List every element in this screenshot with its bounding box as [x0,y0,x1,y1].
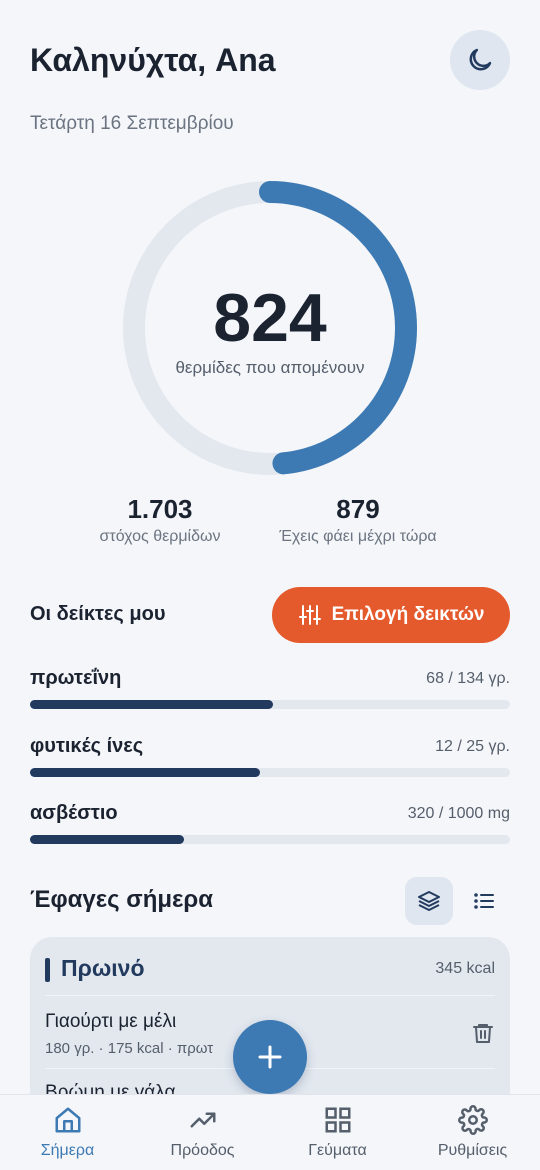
calories-eaten-value: 879 [336,494,380,524]
tab-today[interactable]: Σήμερα [0,1095,135,1170]
meal-name: Πρωινό [61,955,145,981]
eaten-today-title: Έφαγες σήμερα [30,886,214,913]
card-view-button[interactable] [405,877,453,925]
calories-remaining-label: θερμίδες που απομένουν [175,358,365,377]
nutrient-track [30,835,510,844]
tab-label: Γεύματα [308,1142,367,1159]
gear-icon [457,1105,488,1135]
home-icon [55,1107,80,1133]
tab-label: Ρυθμίσεις [437,1142,508,1159]
trash-icon[interactable] [471,1021,495,1045]
calories-eaten-label: Έχεις φάει μέχρι τώρα [279,528,437,545]
list-icon [474,893,494,909]
tab-label: Πρόοδος [170,1142,235,1159]
nutrient-amount: 68 / 134 γρ. [426,670,510,687]
grid-icon [325,1107,350,1133]
nutrient-amount: 320 / 1000 mg [407,805,510,822]
calories-eaten-stat: 879 Έχεις φάει μέχρι τώρα [258,492,458,546]
nutrient-fill [30,768,261,777]
greeting-title: Καληνύχτα, Ana [30,42,276,78]
calorie-goal-stat: 1.703 στόχος θερμίδων [80,492,240,546]
plus-icon [258,1045,282,1069]
add-food-button[interactable] [233,1020,307,1094]
nutrient-fill [30,835,184,844]
bottom-tab-bar: Σήμερα Πρόοδος Γεύματα Ρυθμίσεις [0,1094,540,1170]
calorie-ring: 824 θερμίδες που απομένουν [120,178,420,478]
sliders-icon [298,605,321,625]
theme-toggle-button[interactable] [450,30,510,90]
meal-kcal: 345 kcal [435,960,495,977]
list-view-button[interactable] [460,877,508,925]
select-indicators-button[interactable]: Επιλογή δεικτών [272,587,510,643]
nutrient-row: φυτικές ίνες 12 / 25 γρ. [30,735,510,785]
indicators-title: Οι δείκτες μου [30,603,166,625]
nutrient-row: ασβέστιο 320 / 1000 mg [30,802,510,852]
nutrient-amount: 12 / 25 γρ. [435,738,510,755]
tab-settings[interactable]: Ρυθμίσεις [405,1095,540,1170]
nutrient-name: φυτικές ίνες [30,735,144,757]
nutrient-track [30,700,510,709]
moon-icon [469,48,492,71]
food-item-meta: 180 γρ. · 175 kcal · πρωτ [45,1040,214,1057]
meal-header: Πρωινό 345 kcal [45,955,495,985]
tab-label: Σήμερα [40,1142,95,1159]
select-indicators-label: Επιλογή δεικτών [331,604,485,625]
food-item-name[interactable]: Γιαούρτι με μέλι [45,1011,176,1033]
header: Καληνύχτα, Ana [30,30,510,98]
tab-meals[interactable]: Γεύματα [270,1095,405,1170]
layers-icon [418,891,440,911]
calorie-goal-label: στόχος θερμίδων [99,528,221,545]
nutrient-track [30,768,510,777]
calories-remaining-value: 824 [213,280,327,356]
meal-accent-bar [45,958,50,982]
date-label: Τετάρτη 16 Σεπτεμβρίου [30,113,234,134]
nutrient-name: πρωτεΐνη [30,667,122,689]
trending-up-icon [190,1112,215,1128]
calorie-goal-value: 1.703 [127,494,193,524]
divider [45,995,495,996]
nutrient-row: πρωτεΐνη 68 / 134 γρ. [30,667,510,717]
nutrient-name: ασβέστιο [30,802,118,824]
nutrient-fill [30,700,274,709]
tab-progress[interactable]: Πρόοδος [135,1095,270,1170]
